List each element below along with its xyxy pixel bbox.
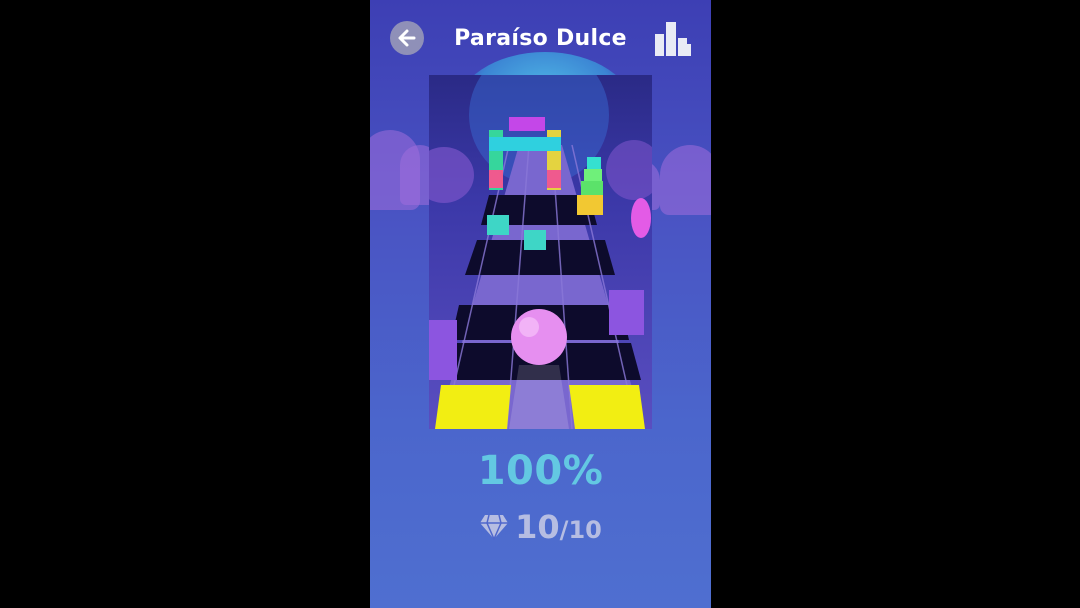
back-arrow-icon bbox=[398, 29, 416, 47]
stats-button[interactable] bbox=[654, 20, 692, 56]
bar-chart-icon bbox=[655, 22, 691, 56]
gems-collected: 10 bbox=[515, 508, 560, 546]
level-title: Paraíso Dulce bbox=[454, 26, 627, 51]
gem-counter: 10 /10 bbox=[370, 508, 711, 546]
gems-total: /10 bbox=[559, 516, 602, 544]
back-button[interactable] bbox=[390, 21, 424, 55]
completion-percent: 100% bbox=[477, 448, 604, 494]
header: Paraíso Dulce bbox=[370, 0, 711, 80]
diamond-icon bbox=[480, 514, 509, 540]
phone-screen: Paraíso Dulce 100% 10 /10 bbox=[370, 0, 711, 608]
level-preview bbox=[429, 75, 652, 429]
ball bbox=[511, 309, 567, 365]
